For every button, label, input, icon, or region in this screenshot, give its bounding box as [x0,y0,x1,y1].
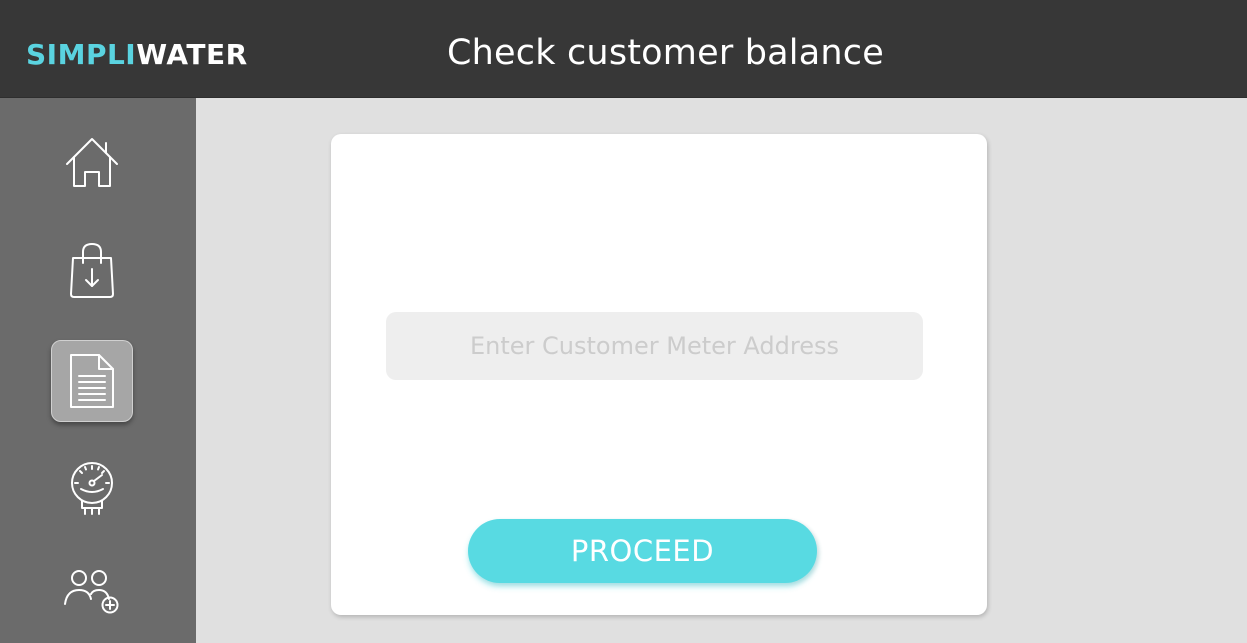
add-users-icon [64,570,119,614]
sidebar [0,98,196,643]
document-icon [70,354,114,408]
sidebar-item-meter[interactable] [51,448,133,530]
balance-check-card: PROCEED [331,134,987,615]
water-meter-gauge-icon [71,462,113,515]
app-logo[interactable]: SIMPLIWATER [26,35,248,75]
logo-text-water: WATER [136,38,248,71]
home-icon [66,138,118,187]
shopping-bag-download-icon [70,243,114,298]
sidebar-item-customers[interactable] [51,550,133,632]
page-title: Check customer balance [447,33,884,73]
top-bar: SIMPLIWATER Check customer balance [0,0,1247,98]
meter-address-input[interactable] [386,312,923,380]
proceed-button[interactable]: PROCEED [468,519,817,583]
sidebar-item-balance[interactable] [51,340,133,422]
sidebar-item-home[interactable] [51,121,133,203]
logo-text-simpli: SIMPLI [26,38,137,71]
sidebar-item-purchase[interactable] [51,230,133,312]
